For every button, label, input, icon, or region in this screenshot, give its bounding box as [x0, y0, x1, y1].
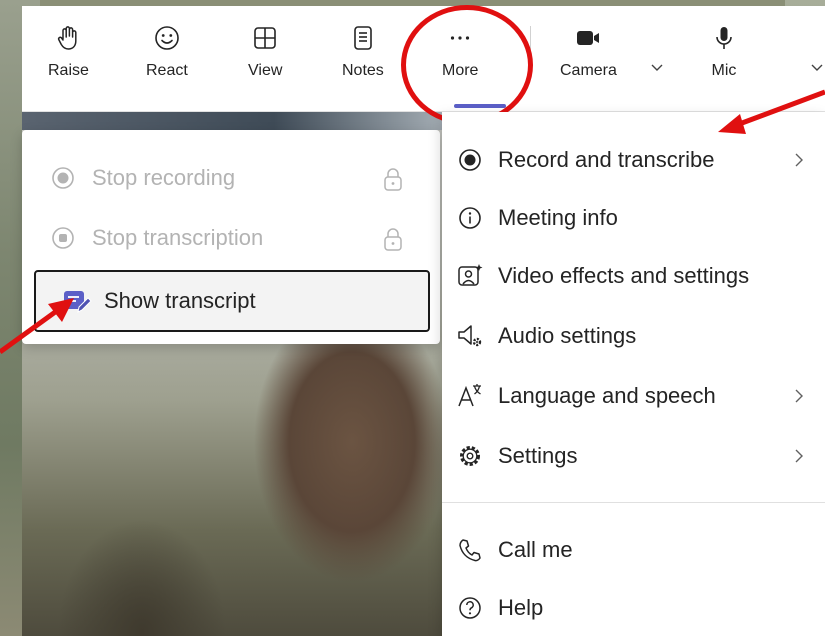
menu-item-language-and-speech[interactable]: Language and speech — [456, 374, 816, 418]
camera-label: Camera — [560, 62, 617, 79]
notes-button[interactable]: Notes — [342, 24, 384, 80]
help-label: Help — [498, 595, 544, 620]
speaker-settings-icon — [456, 322, 484, 350]
audio-settings-label: Audio settings — [498, 323, 637, 348]
raise-hand-icon — [58, 26, 78, 50]
video-top-strip — [22, 112, 442, 130]
raise-button[interactable]: Raise — [48, 24, 89, 80]
stop-recording-item[interactable]: Stop recording — [50, 158, 235, 198]
annotation-arrow-icon — [0, 298, 74, 355]
camera-icon — [577, 31, 600, 45]
stop-recording-label: Stop recording — [92, 165, 236, 190]
annotation-arrow-icon — [718, 89, 825, 134]
smiley-icon — [155, 26, 179, 50]
mic-button[interactable]: Mic — [710, 24, 738, 80]
camera-button[interactable]: Camera — [560, 24, 617, 80]
phone-icon — [456, 536, 484, 564]
info-icon — [456, 204, 484, 232]
menu-separator — [442, 502, 825, 503]
meeting-info-label: Meeting info — [498, 205, 618, 230]
notes-label: Notes — [342, 62, 384, 79]
video-effects-label: Video effects and settings — [498, 263, 750, 288]
show-transcript-label: Show transcript — [104, 288, 256, 313]
record-label: Record and transcribe — [498, 147, 715, 172]
microphone-icon — [716, 27, 732, 49]
raise-label: Raise — [48, 62, 89, 79]
chevron-right-icon — [795, 153, 803, 167]
menu-item-video-effects[interactable]: Video effects and settings — [456, 254, 816, 298]
more-menu: Record and transcribe Meeting info Video… — [442, 112, 825, 636]
view-label: View — [248, 62, 283, 79]
mic-options-chevron-down-icon[interactable] — [810, 60, 824, 74]
menu-item-meeting-info[interactable]: Meeting info — [456, 196, 816, 240]
stop-transcription-label: Stop transcription — [92, 225, 264, 250]
mic-label: Mic — [711, 62, 737, 79]
video-effects-icon — [456, 262, 484, 290]
lock-icon — [384, 228, 402, 251]
help-icon — [456, 594, 484, 622]
react-label: React — [146, 62, 188, 79]
call-me-label: Call me — [498, 537, 573, 562]
annotation-circle — [401, 5, 533, 125]
show-transcript-item[interactable]: Show transcript — [34, 270, 430, 332]
chevron-right-icon — [795, 389, 803, 403]
camera-options-chevron-down-icon[interactable] — [650, 60, 664, 74]
view-button[interactable]: View — [248, 24, 282, 80]
record-icon — [456, 146, 484, 174]
menu-item-settings[interactable]: Settings — [456, 434, 816, 478]
language-icon — [456, 382, 484, 410]
menu-item-call-me[interactable]: Call me — [456, 528, 816, 572]
notes-icon — [354, 26, 372, 50]
chevron-right-icon — [795, 449, 803, 463]
language-label: Language and speech — [498, 383, 716, 408]
gear-icon — [456, 442, 484, 470]
record-dot-icon — [50, 165, 76, 191]
lock-icon — [384, 168, 402, 191]
grid-view-icon — [254, 27, 276, 49]
react-button[interactable]: React — [146, 24, 188, 80]
transcription-stop-icon — [50, 225, 76, 251]
menu-item-audio-settings[interactable]: Audio settings — [456, 314, 816, 358]
stop-transcription-item[interactable]: Stop transcription — [50, 218, 263, 258]
settings-label: Settings — [498, 443, 578, 468]
menu-item-help[interactable]: Help — [456, 586, 816, 630]
